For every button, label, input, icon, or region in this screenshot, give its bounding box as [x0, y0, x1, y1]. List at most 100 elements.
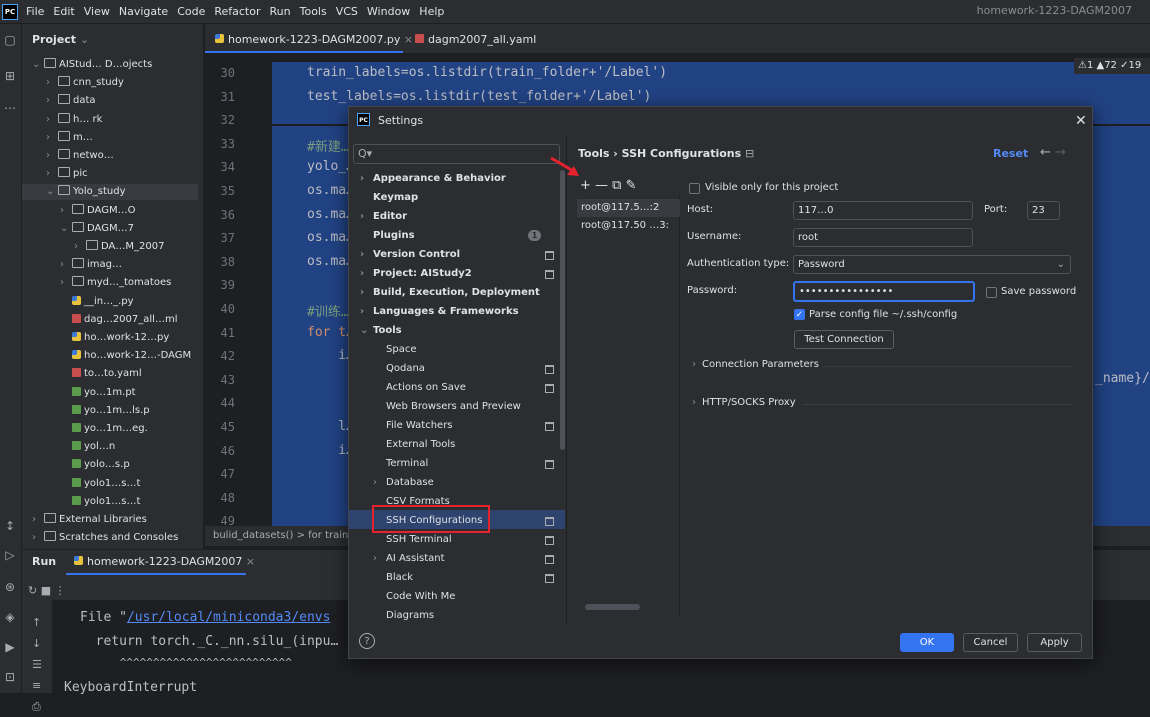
menu-item-run[interactable]: Run	[270, 5, 291, 18]
inspection-widget[interactable]: ⚠1 ▲72 ✓19	[1074, 58, 1150, 74]
chevron-icon[interactable]: ›	[46, 112, 54, 128]
tree-item[interactable]: › data	[46, 93, 96, 109]
tree-item[interactable]: › External Libraries	[32, 512, 147, 528]
tree-item[interactable]: to…to.yaml	[60, 366, 142, 382]
settings-search-input[interactable]: Q▾	[353, 144, 560, 164]
connection-params-section[interactable]: › Connection Parameters	[692, 359, 819, 370]
nav-item[interactable]: › Database	[373, 473, 434, 492]
tab-dagm-yaml[interactable]: dagm2007_all.yaml	[415, 33, 536, 46]
tree-item[interactable]: ⌄ Yolo_study	[46, 184, 126, 200]
chevron-icon[interactable]: ›	[60, 275, 68, 291]
nav-item[interactable]: Actions on Save	[386, 378, 466, 397]
menu-item-file[interactable]: File	[26, 5, 44, 18]
chevron-icon[interactable]: ›	[32, 512, 40, 528]
ssh-config-item[interactable]: root@117.50 …3:	[581, 220, 669, 231]
menu-item-edit[interactable]: Edit	[53, 5, 74, 18]
test-connection-button[interactable]: Test Connection	[794, 330, 894, 349]
nav-item[interactable]: Qodana	[386, 359, 425, 378]
ssh-config-item[interactable]: root@117.5…:2	[581, 202, 659, 213]
tree-item[interactable]: › m…	[46, 130, 93, 146]
nav-item[interactable]: External Tools	[386, 435, 455, 454]
structure-icon[interactable]: ⊞	[2, 68, 18, 84]
chevron-icon[interactable]: ›	[46, 130, 54, 146]
tree-item[interactable]: ⌄ AIStud… D…ojects	[32, 57, 152, 73]
host-input[interactable]: 117…0	[793, 201, 973, 220]
username-input[interactable]: root	[793, 228, 973, 247]
run-icon[interactable]: ▷	[2, 547, 18, 563]
chevron-icon[interactable]: ⌄	[60, 221, 68, 237]
ssh-list-toolbar[interactable]: + — ⧉ ✎	[580, 178, 636, 193]
proxy-section[interactable]: › HTTP/SOCKS Proxy	[692, 397, 796, 408]
nav-item[interactable]: › Editor	[360, 207, 407, 226]
tab-homework-py[interactable]: homework-1223-DAGM2007.py ×	[215, 33, 413, 46]
chevron-icon[interactable]: ›	[46, 93, 54, 109]
nav-item[interactable]: Plugins	[360, 226, 415, 245]
ok-button[interactable]: OK	[900, 633, 954, 652]
folder-icon[interactable]: ▢	[2, 32, 18, 48]
splitter[interactable]	[566, 135, 567, 625]
nav-item[interactable]: Space	[386, 340, 416, 359]
menu-item-code[interactable]: Code	[177, 5, 205, 18]
reset-link[interactable]: Reset	[993, 147, 1028, 160]
tree-item[interactable]: ho…work-12…py	[60, 330, 169, 346]
apply-button[interactable]: Apply	[1027, 633, 1082, 652]
tree-item[interactable]: yo…1m…eg.	[60, 421, 148, 437]
console-link[interactable]: /usr/local/miniconda3/envs	[127, 610, 331, 625]
port-input[interactable]: 23	[1027, 201, 1060, 220]
back-forward-icons[interactable]: ← →	[1040, 145, 1066, 160]
chevron-icon[interactable]: ›	[74, 239, 82, 255]
tree-item[interactable]: › DA…M_2007	[74, 239, 164, 255]
nav-item[interactable]: Code With Me	[386, 587, 455, 606]
visible-only-checkbox[interactable]	[689, 183, 700, 194]
tree-item[interactable]: yol…n	[60, 439, 115, 455]
tree-item[interactable]: › netwo…	[46, 148, 114, 164]
chevron-icon[interactable]: ›	[60, 203, 68, 219]
tree-item[interactable]: dag…2007_all…ml	[60, 312, 177, 328]
tree-item[interactable]: __in…_.py	[60, 294, 134, 310]
close-icon[interactable]: ×	[246, 555, 255, 568]
tree-item[interactable]: › imag…	[60, 257, 122, 273]
layers-icon[interactable]: ◈	[2, 609, 18, 625]
more-icon[interactable]: ⋯	[2, 100, 18, 116]
tree-item[interactable]: ho…work-12…-DAGM	[60, 348, 191, 364]
chevron-icon[interactable]: ⌄	[32, 57, 40, 73]
tree-item[interactable]: ⌄ DAGM…7	[60, 221, 134, 237]
python-console-icon[interactable]: ⊛	[2, 579, 18, 595]
tree-item[interactable]: › cnn_study	[46, 75, 124, 91]
tree-item[interactable]: › h… rk	[46, 112, 102, 128]
chevron-icon[interactable]: ›	[46, 75, 54, 91]
nav-item[interactable]: ⌄ Tools	[360, 321, 402, 340]
chevron-icon[interactable]: ›	[46, 148, 54, 164]
rerun-icon[interactable]: ↻ ■ ⋮	[28, 584, 66, 597]
parse-config-checkbox[interactable]: ✓	[794, 309, 805, 320]
tree-item[interactable]: yolo…s.p	[60, 457, 130, 473]
nav-item[interactable]: Web Browsers and Preview	[386, 397, 521, 416]
save-password-checkbox[interactable]	[986, 287, 997, 298]
nav-item[interactable]: Keymap	[360, 188, 418, 207]
help-icon[interactable]: ?	[359, 633, 375, 649]
tree-item[interactable]: yolo1…s…t	[60, 476, 140, 492]
menu-item-refactor[interactable]: Refactor	[214, 5, 260, 18]
scrollbar[interactable]	[560, 170, 565, 450]
tree-item[interactable]: yo…1m…ls.p	[60, 403, 150, 419]
menu-item-tools[interactable]: Tools	[300, 5, 327, 18]
auth-type-select[interactable]: Password ⌄	[793, 255, 1071, 274]
nav-item[interactable]: File Watchers	[386, 416, 453, 435]
tree-item[interactable]: › Scratches and Consoles	[32, 530, 178, 546]
nav-item[interactable]: › AI Assistant	[373, 549, 445, 568]
menu-item-vcs[interactable]: VCS	[336, 5, 358, 18]
nav-item[interactable]: › Project: AIStudy2	[360, 264, 472, 283]
commit-icon[interactable]: ↕	[2, 518, 18, 534]
tree-item[interactable]: yolo1…s…t	[60, 494, 140, 510]
close-icon[interactable]: ×	[404, 33, 413, 46]
tree-item[interactable]: › pic	[46, 166, 88, 182]
horizontal-scrollbar[interactable]	[585, 604, 640, 610]
nav-item[interactable]: › Appearance & Behavior	[360, 169, 506, 188]
menu-item-help[interactable]: Help	[419, 5, 444, 18]
run-tab[interactable]: homework-1223-DAGM2007 ×	[74, 555, 255, 568]
console-side-icons[interactable]: ↑ ↓ ☰ ≡ ⎙	[32, 612, 42, 717]
services-icon[interactable]: ▶	[2, 639, 18, 655]
password-input[interactable]: ••••••••••••••••	[793, 281, 975, 302]
cancel-button[interactable]: Cancel	[963, 633, 1018, 652]
project-panel-title[interactable]: Project ⌄	[32, 33, 89, 46]
